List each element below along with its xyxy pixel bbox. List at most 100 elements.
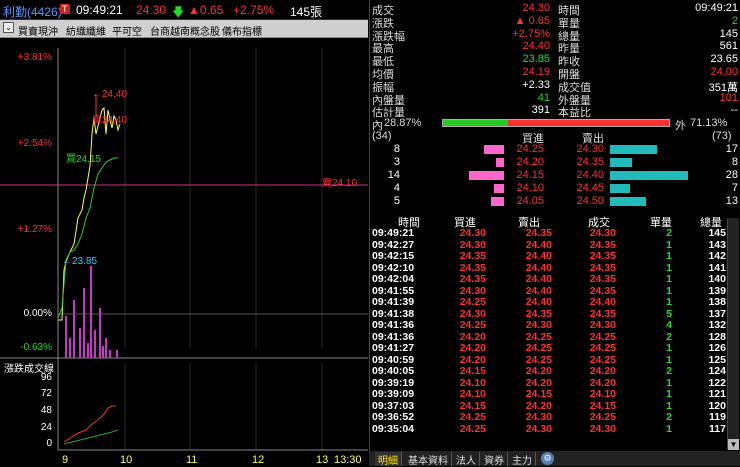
- tick-cell: 24.40: [589, 296, 616, 308]
- tick-row[interactable]: 09:35:04 24.25 24.30 24.30 1 117: [370, 423, 726, 436]
- header-volume: 145張: [290, 5, 323, 19]
- tick-cell: 09:40:05: [372, 365, 415, 377]
- tick-cell: 24.20: [589, 376, 616, 389]
- stat-row: 漲跌幅 +2.75% 總量 145: [370, 27, 740, 43]
- sell-annotation: 賣24.10: [322, 178, 358, 189]
- tag-item[interactable]: 紡織纖維: [66, 23, 106, 38]
- tick-cell: 09:40:59: [372, 353, 415, 366]
- tick-cell: 09:36:52: [372, 411, 415, 423]
- tag-bar: ⌄ 買賣現沖 紡織纖維 平可空 台商越南概念股 儀布指標: [0, 20, 368, 38]
- tick-cell: 09:42:04: [372, 273, 415, 285]
- tick-cell: 24.20: [525, 399, 552, 412]
- tab-detail[interactable]: 明細: [375, 452, 402, 467]
- tick-cell: 2: [666, 365, 672, 377]
- stat-value: 24.40: [522, 40, 550, 53]
- stat-value: 23.65: [710, 53, 738, 66]
- trade-badge: T: [60, 4, 70, 14]
- tick-cell: 1: [666, 238, 672, 251]
- tick-cell: 24.10: [459, 388, 486, 400]
- price-chart-svg: [0, 48, 368, 451]
- tick-cell: 24.20: [459, 330, 486, 343]
- stat-value: 41: [537, 91, 550, 104]
- ask-price: 24.30: [576, 143, 604, 155]
- tick-cell: 24.20: [459, 353, 486, 366]
- high-annotation: ←24.40: [92, 89, 128, 100]
- tick-cell: 1: [666, 422, 672, 435]
- mid-annotation: 賣24.40: [92, 115, 128, 126]
- tick-cell: 1: [666, 261, 672, 274]
- quote-panel: 成交 24.30 時間 09:49:21 漲跌 ▲ 0.65 單量 2 漲跌幅 +2.75% 總量 1…: [369, 0, 740, 466]
- tick-cell: 140: [708, 273, 726, 285]
- tick-cell: 24.30: [525, 411, 552, 423]
- stat-row: 內盤量 41 外盤量 101: [370, 91, 740, 107]
- tick-cell: 24.35: [589, 238, 616, 251]
- book-header: (34) 買進 賣出 (73): [372, 130, 732, 145]
- up-triangle-icon: ▲: [188, 3, 200, 17]
- quote-header: 利勤(4426) T 09:49:21 24.30 🡇 ▲0.65 +2.75%…: [0, 0, 368, 20]
- bid-bar: [494, 184, 504, 193]
- book-row[interactable]: 14 24.15 24.40 28: [370, 169, 740, 182]
- tick-cell: 2: [666, 227, 672, 239]
- header-price: 24.30: [136, 3, 167, 17]
- ask-price: 24.45: [576, 182, 604, 194]
- tab-main-force[interactable]: 主力: [509, 452, 536, 467]
- tick-cell: 09:37:03: [372, 399, 415, 412]
- tick-cell: 24.20: [525, 376, 552, 389]
- bid-bar: [469, 171, 504, 180]
- tag-item[interactable]: 平可空: [112, 23, 142, 38]
- tag-item[interactable]: 買賣現沖: [18, 23, 58, 38]
- tab-basic-info[interactable]: 基本資料: [405, 452, 452, 467]
- header-change: ▲0.65: [188, 3, 224, 17]
- tag-item[interactable]: 儀布指標: [222, 23, 262, 38]
- tick-cell: 24.15: [525, 388, 552, 400]
- tick-cell: 24.40: [525, 273, 552, 285]
- tick-cell: 24.30: [459, 238, 486, 251]
- stat-row: 成交 24.30 時間 09:49:21: [370, 2, 740, 17]
- tick-cell: 24.30: [459, 307, 486, 320]
- tick-cell: 24.35: [459, 273, 486, 285]
- tab-margin[interactable]: 資券: [481, 452, 508, 467]
- stat-row: 最低 23.85 昨收 23.65: [370, 53, 740, 68]
- tick-cell: 1: [666, 353, 672, 366]
- vol-y-label: 24: [40, 422, 52, 433]
- tick-scrollbar[interactable]: ▼: [727, 218, 739, 450]
- intraday-chart[interactable]: +3.81% +2.54% +1.27% 0.00% -0.63% ←24.40…: [0, 38, 368, 466]
- book-row[interactable]: 8 24.25 24.30 17: [370, 143, 740, 156]
- header-change-pct: +2.75%: [233, 3, 275, 17]
- tick-cell: 24.25: [589, 353, 616, 366]
- tag-item[interactable]: 台商越南概念股: [150, 23, 220, 38]
- tick-cell: 117: [709, 422, 726, 435]
- tick-cell: 24.20: [525, 365, 552, 377]
- book-row[interactable]: 5 24.05 24.50 13: [370, 195, 740, 208]
- stat-row: 振幅 +2.33 成交值 351萬: [370, 78, 740, 94]
- tick-cell: 09:35:04: [372, 422, 415, 435]
- scroll-down-icon[interactable]: ▼: [728, 439, 739, 450]
- stat-value: +2.33: [522, 78, 550, 91]
- stat-row: 最高 24.40 昨量 561: [370, 40, 740, 55]
- tick-cell: 09:41:27: [372, 342, 415, 354]
- settings-icon[interactable]: ⚙: [541, 452, 554, 465]
- x-label: 11: [186, 454, 198, 466]
- bid-price: 24.05: [516, 195, 544, 207]
- stat-value: 23.85: [522, 53, 550, 66]
- book-row[interactable]: 3 24.20 24.35 8: [370, 156, 740, 169]
- stat-value: 24.00: [710, 66, 738, 78]
- stock-name[interactable]: 利勤(4426): [3, 3, 62, 20]
- tab-institutional[interactable]: 法人: [453, 452, 480, 467]
- tick-cell: 09:42:10: [372, 261, 415, 274]
- book-row[interactable]: 4 24.10 24.45 7: [370, 182, 740, 195]
- tick-cell: 24.40: [525, 261, 552, 274]
- tick-cell: 24.15: [589, 399, 616, 412]
- tick-cell: 137: [708, 307, 726, 320]
- tick-cell: 24.30: [525, 422, 552, 435]
- bid-price: 24.20: [516, 156, 544, 168]
- tick-cell: 24.30: [459, 284, 486, 297]
- ask-price: 24.50: [576, 195, 604, 207]
- stat-value: 145: [719, 27, 738, 40]
- ask-bar: [610, 197, 646, 206]
- tick-cell: 24.35: [589, 273, 616, 285]
- x-label: 13:30: [334, 454, 362, 466]
- menu-toggle-icon[interactable]: ⌄: [3, 22, 14, 33]
- bid-bar: [491, 197, 504, 206]
- tick-cell: 24.25: [525, 353, 552, 366]
